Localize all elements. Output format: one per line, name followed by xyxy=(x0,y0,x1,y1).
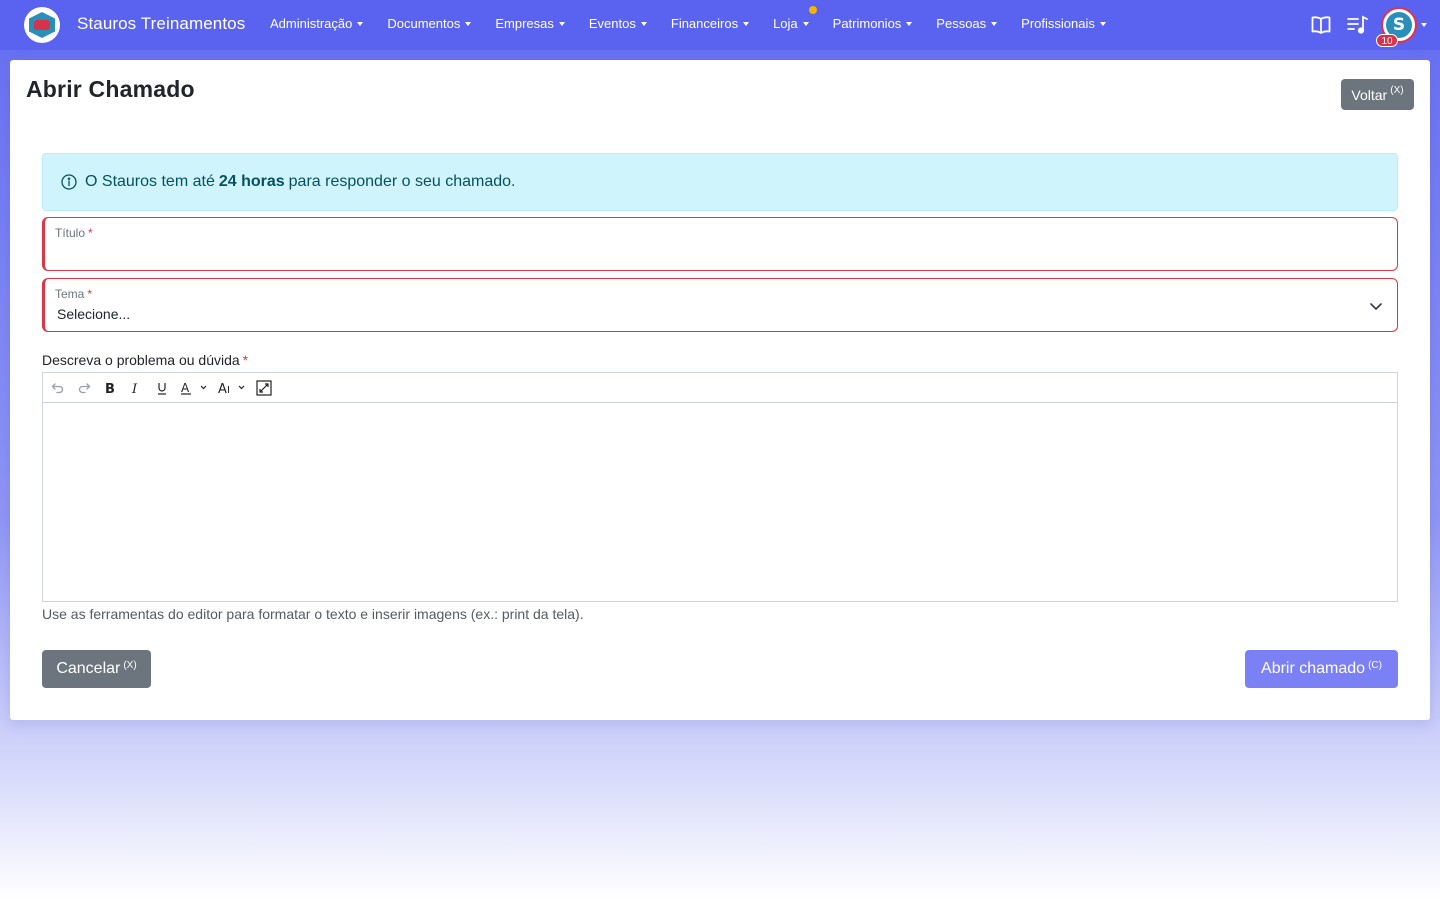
nav-item-label: Documentos xyxy=(387,16,461,31)
back-button[interactable]: Voltar (X) xyxy=(1341,79,1414,110)
page-title: Abrir Chamado xyxy=(26,76,195,102)
nav-item-administracao[interactable]: Administração xyxy=(270,16,364,31)
nav-item-label: Administração xyxy=(270,16,353,31)
redo-icon[interactable] xyxy=(77,379,91,397)
svg-text:A: A xyxy=(218,382,227,395)
required-mark: * xyxy=(242,352,249,368)
info-icon xyxy=(61,174,77,190)
info-alert: O Stauros tem até 24 horas para responde… xyxy=(42,153,1398,211)
italic-icon[interactable]: I xyxy=(129,379,143,397)
tema-label-text: Tema xyxy=(55,287,85,301)
alert-prefix: O Stauros tem até xyxy=(85,173,215,190)
caret-down-icon xyxy=(1099,21,1106,26)
svg-text:A: A xyxy=(181,381,190,395)
nav-item-empresas[interactable]: Empresas xyxy=(495,16,565,31)
nav-item-label: Empresas xyxy=(495,16,554,31)
required-mark: * xyxy=(88,226,93,240)
caret-down-icon xyxy=(991,21,998,26)
nav-item-eventos[interactable]: Eventos xyxy=(589,16,647,31)
tema-selected-value: Selecione... xyxy=(57,306,131,322)
caret-down-icon xyxy=(743,21,750,26)
svg-text:I: I xyxy=(227,385,230,395)
nav-item-documentos[interactable]: Documentos xyxy=(387,16,472,31)
cancel-button[interactable]: Cancelar (X) xyxy=(42,650,151,688)
nav-item-patrimonios[interactable]: Patrimonios xyxy=(833,16,913,31)
svg-text:B: B xyxy=(105,382,115,395)
font-color-icon[interactable]: A xyxy=(180,379,208,397)
nav-item-loja[interactable]: Loja xyxy=(773,16,809,31)
top-navbar: Stauros Treinamentos Administração Docum… xyxy=(0,0,1440,50)
brand-name[interactable]: Stauros Treinamentos xyxy=(77,14,245,34)
loja-notification-dot xyxy=(809,6,817,14)
descricao-label-text: Descreva o problema ou dúvida xyxy=(42,352,240,368)
alert-suffix: para responder o seu chamado. xyxy=(288,173,516,190)
titulo-field[interactable]: Título * xyxy=(42,217,1398,271)
submit-shortcut: (C) xyxy=(1368,659,1382,671)
bold-icon[interactable]: B xyxy=(103,379,117,397)
nav-menu: Administração Documentos Empresas Evento… xyxy=(270,16,1130,31)
book-icon[interactable] xyxy=(1309,13,1333,37)
caret-down-icon xyxy=(465,21,472,26)
underline-icon[interactable] xyxy=(155,379,169,397)
caret-down-icon xyxy=(906,21,913,26)
main-card: Abrir Chamado Voltar (X) O Stauros tem at… xyxy=(10,60,1430,720)
cancel-shortcut: (X) xyxy=(123,659,137,671)
nav-item-pessoas[interactable]: Pessoas xyxy=(936,16,998,31)
nav-item-label: Eventos xyxy=(588,16,636,31)
tema-label: Tema * xyxy=(55,287,92,301)
nav-item-profissionais[interactable]: Profissionais xyxy=(1021,16,1106,31)
notification-badge: 10 xyxy=(1376,34,1398,47)
editor-toolbar: B I A AI xyxy=(43,373,1397,403)
caret-down-icon xyxy=(558,21,565,26)
descricao-label: Descreva o problema ou dúvida * xyxy=(42,352,248,368)
editor-help-text: Use as ferramentas do editor para format… xyxy=(42,606,584,622)
nav-item-label: Financeiros xyxy=(670,16,739,31)
caret-down-icon xyxy=(640,21,647,26)
cancel-button-label: Cancelar xyxy=(56,660,121,677)
nav-item-financeiros[interactable]: Financeiros xyxy=(670,16,750,31)
titulo-label-text: Título xyxy=(55,226,86,240)
required-mark: * xyxy=(87,287,93,301)
brand-logo[interactable] xyxy=(24,7,60,43)
caret-down-icon xyxy=(802,21,809,26)
undo-icon[interactable] xyxy=(51,379,65,397)
caret-down-icon[interactable] xyxy=(1421,23,1427,27)
font-size-icon[interactable]: AI xyxy=(218,379,248,397)
titulo-label: Título * xyxy=(55,226,93,240)
fullscreen-icon[interactable] xyxy=(256,379,272,397)
submit-button-label: Abrir chamado xyxy=(1261,660,1366,677)
music-list-icon[interactable] xyxy=(1345,13,1369,37)
back-shortcut: (X) xyxy=(1390,85,1404,96)
nav-item-label: Pessoas xyxy=(936,16,987,31)
rich-text-editor: B I A AI xyxy=(42,372,1398,602)
nav-item-label: Profissionais xyxy=(1021,16,1095,31)
submit-button[interactable]: Abrir chamado (C) xyxy=(1245,650,1398,688)
back-button-label: Voltar xyxy=(1351,86,1388,103)
alert-highlight: 24 horas xyxy=(218,173,285,190)
nav-item-label: Patrimonios xyxy=(832,16,902,31)
chevron-down-icon xyxy=(1370,303,1382,310)
editor-content-area[interactable] xyxy=(43,404,1397,601)
caret-down-icon xyxy=(357,21,364,26)
svg-text:I: I xyxy=(131,382,138,395)
nav-item-label: Loja xyxy=(773,16,798,31)
tema-select[interactable]: Tema * Selecione... xyxy=(42,278,1398,332)
